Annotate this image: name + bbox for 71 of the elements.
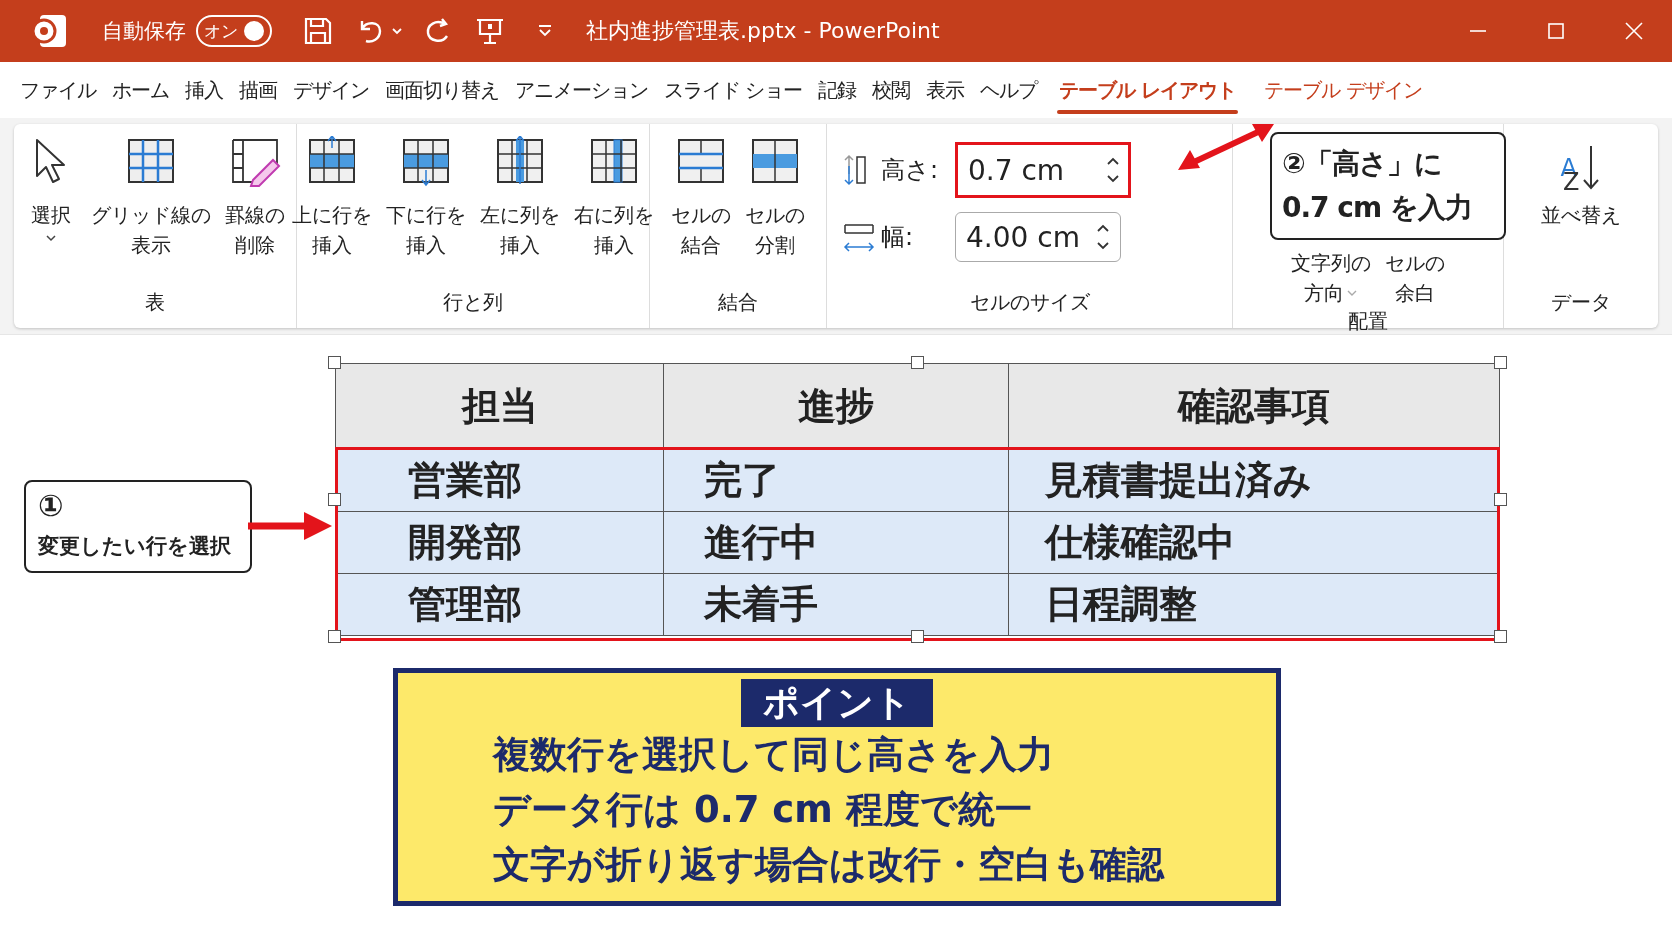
group-label: データ bbox=[1551, 289, 1611, 316]
table-cell: 仕様確認中 bbox=[1008, 511, 1500, 574]
ribbon-button[interactable]: 左に列を 挿入 bbox=[474, 132, 566, 283]
spinner-icon bbox=[1095, 222, 1111, 252]
table-cell: 管理部 bbox=[335, 573, 664, 636]
table-cell: 完了 bbox=[663, 449, 1009, 512]
ribbon-button[interactable]: グリッド線の 表示 bbox=[85, 132, 217, 283]
field-label: 高さ: bbox=[881, 155, 940, 186]
save-icon[interactable] bbox=[302, 15, 334, 47]
ribbon-tab[interactable]: ヘルプ bbox=[972, 62, 1046, 118]
group-label: 配置 bbox=[1348, 308, 1388, 335]
ribbon-tab[interactable]: 校閲 bbox=[864, 62, 919, 118]
column-header: 担当 bbox=[335, 363, 664, 450]
resize-handle[interactable] bbox=[1494, 630, 1507, 643]
insert-row-icon bbox=[400, 136, 452, 188]
table-cell: 開発部 bbox=[335, 511, 664, 574]
ribbon-tab[interactable]: 画面切り替え bbox=[377, 62, 507, 118]
table-cell: 営業部 bbox=[335, 449, 664, 512]
group-label: 行と列 bbox=[443, 289, 503, 316]
column-header: 確認事項 bbox=[1008, 363, 1500, 450]
ribbon-button[interactable]: 文字列の 方向 bbox=[1285, 248, 1377, 308]
callout-text: 0.7 cm を入力 bbox=[1282, 190, 1472, 226]
autosave-toggle[interactable]: オン bbox=[196, 15, 272, 47]
number-field[interactable]: 4.00 cm bbox=[955, 212, 1121, 262]
table-cell: 進行中 bbox=[663, 511, 1009, 574]
point-text: 文字が折り返す場合は改行・空白も確認 bbox=[493, 842, 1164, 888]
ribbon-button[interactable]: 選択 bbox=[19, 132, 83, 283]
table-cell: 未着手 bbox=[663, 573, 1009, 636]
table-cell: 日程調整 bbox=[1008, 573, 1500, 636]
ribbon-button[interactable]: セルの 余白 bbox=[1379, 248, 1451, 308]
field-label: 幅: bbox=[881, 222, 915, 253]
callout-text: 「高さ」に bbox=[1304, 146, 1442, 182]
column-header: 進捗 bbox=[663, 363, 1009, 450]
ribbon-tab[interactable]: 描画 bbox=[231, 62, 285, 118]
callout-text: 変更したい行を選択 bbox=[38, 533, 232, 560]
table-cell: 見積書提出済み bbox=[1008, 449, 1500, 512]
ribbon-button[interactable]: セルの 結合 bbox=[665, 132, 737, 283]
point-text: データ行は 0.7 cm 程度で統一 bbox=[493, 787, 1032, 833]
ribbon-tab[interactable]: 挿入 bbox=[177, 62, 231, 118]
ribbon-tab[interactable]: ホーム bbox=[104, 62, 177, 118]
step-number: ① bbox=[38, 488, 65, 524]
group-label: セルのサイズ bbox=[969, 289, 1090, 316]
autosave-label: 自動保存 bbox=[102, 18, 186, 45]
point-title: ポイント bbox=[741, 679, 933, 727]
ribbon-tab[interactable]: スライド ショー bbox=[656, 62, 811, 118]
column-width-icon bbox=[843, 221, 875, 253]
ribbon-button[interactable]: 右に列を 挿入 bbox=[568, 132, 660, 283]
ribbon-tab[interactable]: ファイル bbox=[12, 62, 104, 118]
ribbon-tab[interactable]: テーブル デザイン bbox=[1250, 62, 1436, 118]
number-field[interactable]: 0.7 cm bbox=[955, 142, 1131, 198]
customize-caret-icon[interactable] bbox=[536, 24, 554, 38]
group-label: 表 bbox=[145, 289, 165, 316]
step-number: ② bbox=[1282, 146, 1305, 182]
table-pencil-icon bbox=[229, 136, 281, 188]
ribbon-tab[interactable]: テーブル レイアウト bbox=[1045, 62, 1251, 118]
spinner-icon bbox=[1105, 155, 1121, 185]
resize-handle[interactable] bbox=[1494, 356, 1507, 369]
resize-handle[interactable] bbox=[328, 630, 341, 643]
ribbon-tab[interactable]: アニメーション bbox=[507, 62, 656, 118]
ribbon-button[interactable]: 下に行を 挿入 bbox=[380, 132, 472, 283]
ribbon-tab[interactable]: デザイン bbox=[285, 62, 377, 118]
ribbon-tab[interactable]: 記録 bbox=[810, 62, 865, 118]
group-label: 結合 bbox=[718, 289, 758, 316]
window-title: 社内進捗管理表.pptx - PowerPoint bbox=[586, 17, 940, 45]
resize-handle[interactable] bbox=[328, 492, 341, 506]
ribbon-tab[interactable]: 表示 bbox=[918, 62, 973, 118]
resize-handle[interactable] bbox=[1494, 492, 1507, 506]
resize-handle[interactable] bbox=[328, 356, 341, 369]
resize-handle[interactable] bbox=[910, 356, 924, 369]
ribbon-button[interactable]: セルの 分割 bbox=[739, 132, 811, 283]
point-text: 複数行を選択して同じ高さを入力 bbox=[493, 732, 1054, 778]
